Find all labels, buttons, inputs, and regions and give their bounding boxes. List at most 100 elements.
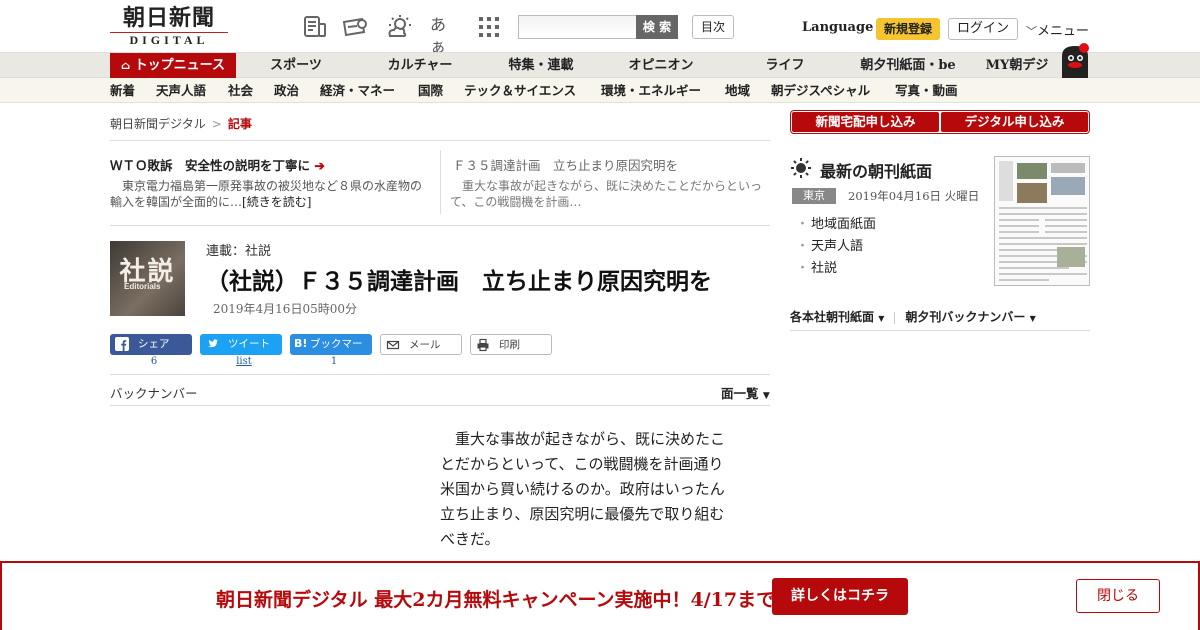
article-title: （社説）Ｆ３５調達計画 立ち止まり原因究明を bbox=[206, 268, 712, 295]
body-line: 立ち止まり、原因究明に最優先で取り組む bbox=[440, 505, 725, 523]
subnav-region[interactable]: 地域 bbox=[725, 78, 750, 103]
excerpt-line: 東京電力福島第一原発事故の被災地など８県の水産物の bbox=[110, 179, 423, 193]
excerpt-line: 重大な事故が起きながら、既に決めたことだからといっ bbox=[450, 179, 763, 193]
register-button[interactable]: 新規登録 bbox=[876, 18, 940, 40]
campaign-banner: 朝日新聞デジタル 最大2カ月無料キャンペーン実施中！4/17まで 詳しくはコチラ… bbox=[0, 561, 1200, 630]
excerpt-line: 輸入を韓国が全面的に… bbox=[110, 195, 243, 209]
login-button[interactable]: ログイン bbox=[948, 18, 1018, 40]
link-label: 各本社朝刊紙面 bbox=[790, 310, 875, 324]
toc-button[interactable]: 目次 bbox=[692, 15, 734, 39]
subnav-politics[interactable]: 政治 bbox=[274, 78, 299, 103]
excerpt-line: て、この戦闘機を計画… bbox=[450, 195, 582, 209]
latest-item-editorial[interactable]: 社説 bbox=[796, 258, 876, 280]
printer-icon bbox=[477, 338, 489, 352]
latest-paper-title[interactable]: 最新の朝刊紙面 bbox=[820, 158, 932, 182]
link-label: 朝夕刊バックナンバー bbox=[905, 310, 1026, 324]
search-button[interactable]: 検 索 bbox=[636, 15, 678, 39]
print-button[interactable]: 印刷 bbox=[470, 334, 552, 355]
divider bbox=[110, 374, 770, 375]
subnav-tensei[interactable]: 天声人語 bbox=[156, 78, 206, 103]
voucher-icon[interactable] bbox=[342, 14, 368, 40]
caret-down-icon: ▼ bbox=[1029, 313, 1036, 323]
latest-paper-list: 地域面紙面 天声人語 社説 bbox=[796, 214, 876, 280]
share-label: シェア bbox=[138, 338, 170, 350]
site-header: 朝日新聞 DIGITAL あぁ 検 索 目次 Language 新規登録 ログイ… bbox=[0, 0, 1200, 56]
paper-subscribe-button[interactable]: 新聞宅配申し込み bbox=[792, 112, 939, 132]
caret-down-icon: ▼ bbox=[878, 313, 885, 323]
menu-button[interactable]: ﹀メニュー bbox=[1026, 20, 1089, 39]
subnav-environment[interactable]: 環境・エネルギー bbox=[601, 78, 701, 103]
facebook-share-button[interactable]: シェア bbox=[110, 334, 192, 355]
share-label: メール bbox=[409, 339, 441, 351]
body-line: とだからといって、この戦闘機を計画通り bbox=[440, 455, 724, 473]
language-link[interactable]: Language bbox=[802, 20, 873, 35]
logo-text: 朝日新聞 bbox=[122, 5, 215, 31]
nav-sports[interactable]: スポーツ bbox=[258, 53, 334, 79]
sun-icon bbox=[791, 158, 811, 178]
facebook-share-count: 6 bbox=[150, 356, 158, 367]
related-title-text: ＷＴＯ敗訴 安全性の説明を丁寧に bbox=[110, 158, 311, 173]
arrow-right-icon: ➔ bbox=[314, 158, 325, 173]
digital-subscribe-button[interactable]: デジタル申し込み bbox=[941, 112, 1088, 132]
logo-subtext: DIGITAL bbox=[110, 32, 228, 47]
weather-icon[interactable] bbox=[386, 14, 412, 40]
divider bbox=[110, 140, 770, 141]
subnav-international[interactable]: 国際 bbox=[418, 78, 443, 103]
nav-my-asahi[interactable]: MY朝デジ bbox=[982, 53, 1052, 79]
tweet-button[interactable]: ツイート bbox=[200, 334, 282, 355]
divider bbox=[894, 311, 896, 324]
newspaper-image bbox=[999, 161, 1087, 281]
nav-opinion[interactable]: オピニオン bbox=[620, 53, 702, 79]
banner-close-button[interactable]: 閉じる bbox=[1076, 579, 1160, 613]
tweet-count-link[interactable]: list bbox=[203, 356, 285, 367]
search-input[interactable] bbox=[518, 15, 636, 39]
paper-icon[interactable] bbox=[302, 14, 328, 40]
newspaper-thumbnail[interactable] bbox=[994, 156, 1090, 286]
subnav-special[interactable]: 朝デジスペシャル bbox=[771, 78, 870, 103]
apps-grid-icon[interactable] bbox=[476, 14, 502, 40]
latest-item-regional[interactable]: 地域面紙面 bbox=[796, 214, 876, 236]
related-article-2-title[interactable]: Ｆ３５調達計画 立ち止まり原因究明を bbox=[453, 155, 678, 174]
nav-top-news[interactable]: ⌂ トップニュース bbox=[110, 53, 236, 79]
backnumber-label: バックナンバー bbox=[110, 386, 198, 401]
nav-life[interactable]: ライフ bbox=[756, 53, 814, 79]
nav-features[interactable]: 特集・連載 bbox=[500, 53, 582, 79]
related-article-1-excerpt: 東京電力福島第一原発事故の被災地など８県の水産物の 輸入を韓国が全面的に…[続き… bbox=[110, 178, 430, 210]
article-body: 重大な事故が起きながら、既に決めたこ とだからといって、この戦闘機を計画通り 米… bbox=[440, 427, 750, 552]
page-list-dropdown[interactable]: 面一覧 ▼ bbox=[721, 383, 770, 402]
share-label: ブックマーク bbox=[310, 338, 363, 371]
subnav-latest[interactable]: 新着 bbox=[110, 78, 135, 103]
main-nav: ⌂ トップニュース スポーツ カルチャー 特集・連載 オピニオン ライフ 朝夕刊… bbox=[0, 52, 1200, 79]
latest-paper-date: 2019年04月16日 火曜日 bbox=[848, 189, 980, 203]
branch-papers-link[interactable]: 各本社朝刊紙面 ▼ bbox=[790, 310, 884, 324]
hatena-bookmark-button[interactable]: B! ブックマーク bbox=[290, 334, 372, 371]
read-more-link[interactable]: [続きを読む] bbox=[242, 195, 311, 209]
backnumber-papers-link[interactable]: 朝夕刊バックナンバー ▼ bbox=[905, 310, 1035, 324]
divider bbox=[440, 150, 441, 214]
nav-paper-be[interactable]: 朝夕刊紙面・be bbox=[856, 53, 960, 79]
subnav-society[interactable]: 社会 bbox=[228, 78, 253, 103]
breadcrumb-home[interactable]: 朝日新聞デジタル bbox=[110, 117, 206, 131]
font-size-icon[interactable]: あぁ bbox=[430, 14, 456, 56]
subnav-economy[interactable]: 経済・マネー bbox=[320, 78, 395, 103]
nav-culture[interactable]: カルチャー bbox=[380, 53, 460, 79]
campaign-text: 朝日新聞デジタル 最大2カ月無料キャンペーン実施中！4/17まで bbox=[216, 589, 776, 611]
subscription-buttons: 新聞宅配申し込み デジタル申し込み bbox=[790, 110, 1090, 134]
campaign-details-button[interactable]: 詳しくはコチラ bbox=[772, 578, 908, 615]
divider bbox=[110, 225, 770, 226]
body-line: 米国から買い続けるのか。政府はいったん bbox=[440, 480, 725, 498]
site-logo[interactable]: 朝日新聞 DIGITAL bbox=[110, 5, 228, 47]
hatena-icon: B! bbox=[294, 337, 308, 350]
nav-label: トップニュース bbox=[134, 58, 226, 73]
mail-button[interactable]: メール bbox=[380, 334, 462, 355]
latest-item-tensei[interactable]: 天声人語 bbox=[796, 236, 876, 258]
related-article-1-title[interactable]: ＷＴＯ敗訴 安全性の説明を丁寧に ➔ bbox=[110, 155, 325, 174]
divider bbox=[110, 405, 770, 406]
caret-down-icon: ▼ bbox=[762, 391, 770, 401]
series-label[interactable]: 連載：社説 bbox=[206, 240, 271, 259]
mascot-icon[interactable] bbox=[1058, 42, 1092, 78]
article-date: 2019年4月16日05時00分 bbox=[213, 302, 357, 316]
subnav-tech[interactable]: テック＆サイエンス bbox=[464, 78, 576, 103]
editorial-thumbnail: 社説 Editorials bbox=[110, 241, 185, 316]
subnav-photo-video[interactable]: 写真・動画 bbox=[895, 78, 958, 103]
